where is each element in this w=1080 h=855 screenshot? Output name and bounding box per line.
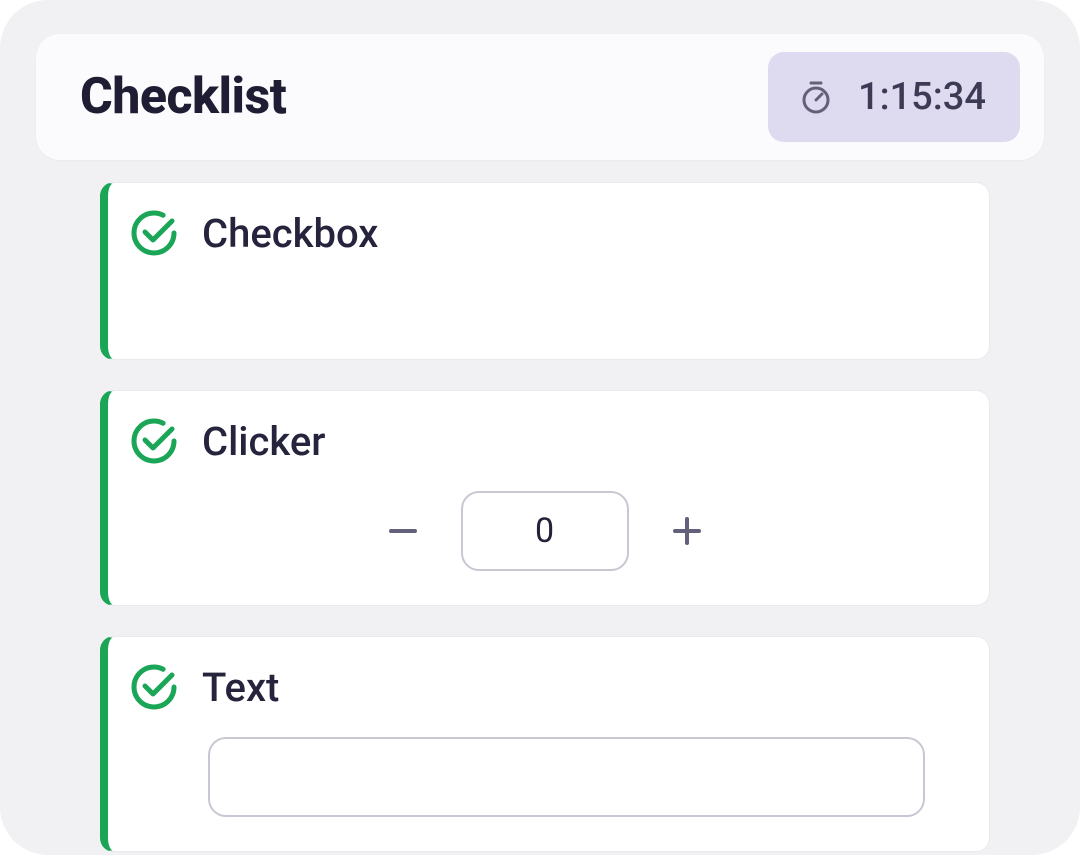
page-title: Checklist [80, 68, 286, 126]
text-input-wrap [208, 737, 925, 817]
check-circle-icon [128, 415, 180, 467]
check-circle-icon [128, 661, 180, 713]
decrement-button[interactable] [379, 507, 427, 555]
item-header: Clicker [128, 415, 961, 467]
item-header: Text [128, 661, 961, 713]
increment-button[interactable] [663, 507, 711, 555]
stopwatch-icon [796, 77, 836, 117]
item-label: Text [202, 664, 279, 711]
clicker-count: 0 [461, 491, 629, 571]
timer-badge: 1:15:34 [768, 52, 1020, 142]
check-circle-icon [128, 207, 180, 259]
item-label: Clicker [202, 418, 325, 465]
item-header: Checkbox [128, 207, 961, 259]
app-panel: Checklist 1:15:34 Ch [0, 0, 1080, 855]
clicker-controls: 0 [128, 491, 961, 571]
checklist-item-checkbox[interactable]: Checkbox [100, 182, 990, 360]
item-label: Checkbox [202, 210, 378, 257]
timer-value: 1:15:34 [858, 75, 986, 119]
checklist-item-clicker: Clicker 0 [100, 390, 990, 606]
header-bar: Checklist 1:15:34 [36, 34, 1044, 160]
checklist-list: Checkbox Clicker 0 [100, 182, 990, 852]
checklist-item-text: Text [100, 636, 990, 852]
text-input[interactable] [208, 737, 925, 817]
